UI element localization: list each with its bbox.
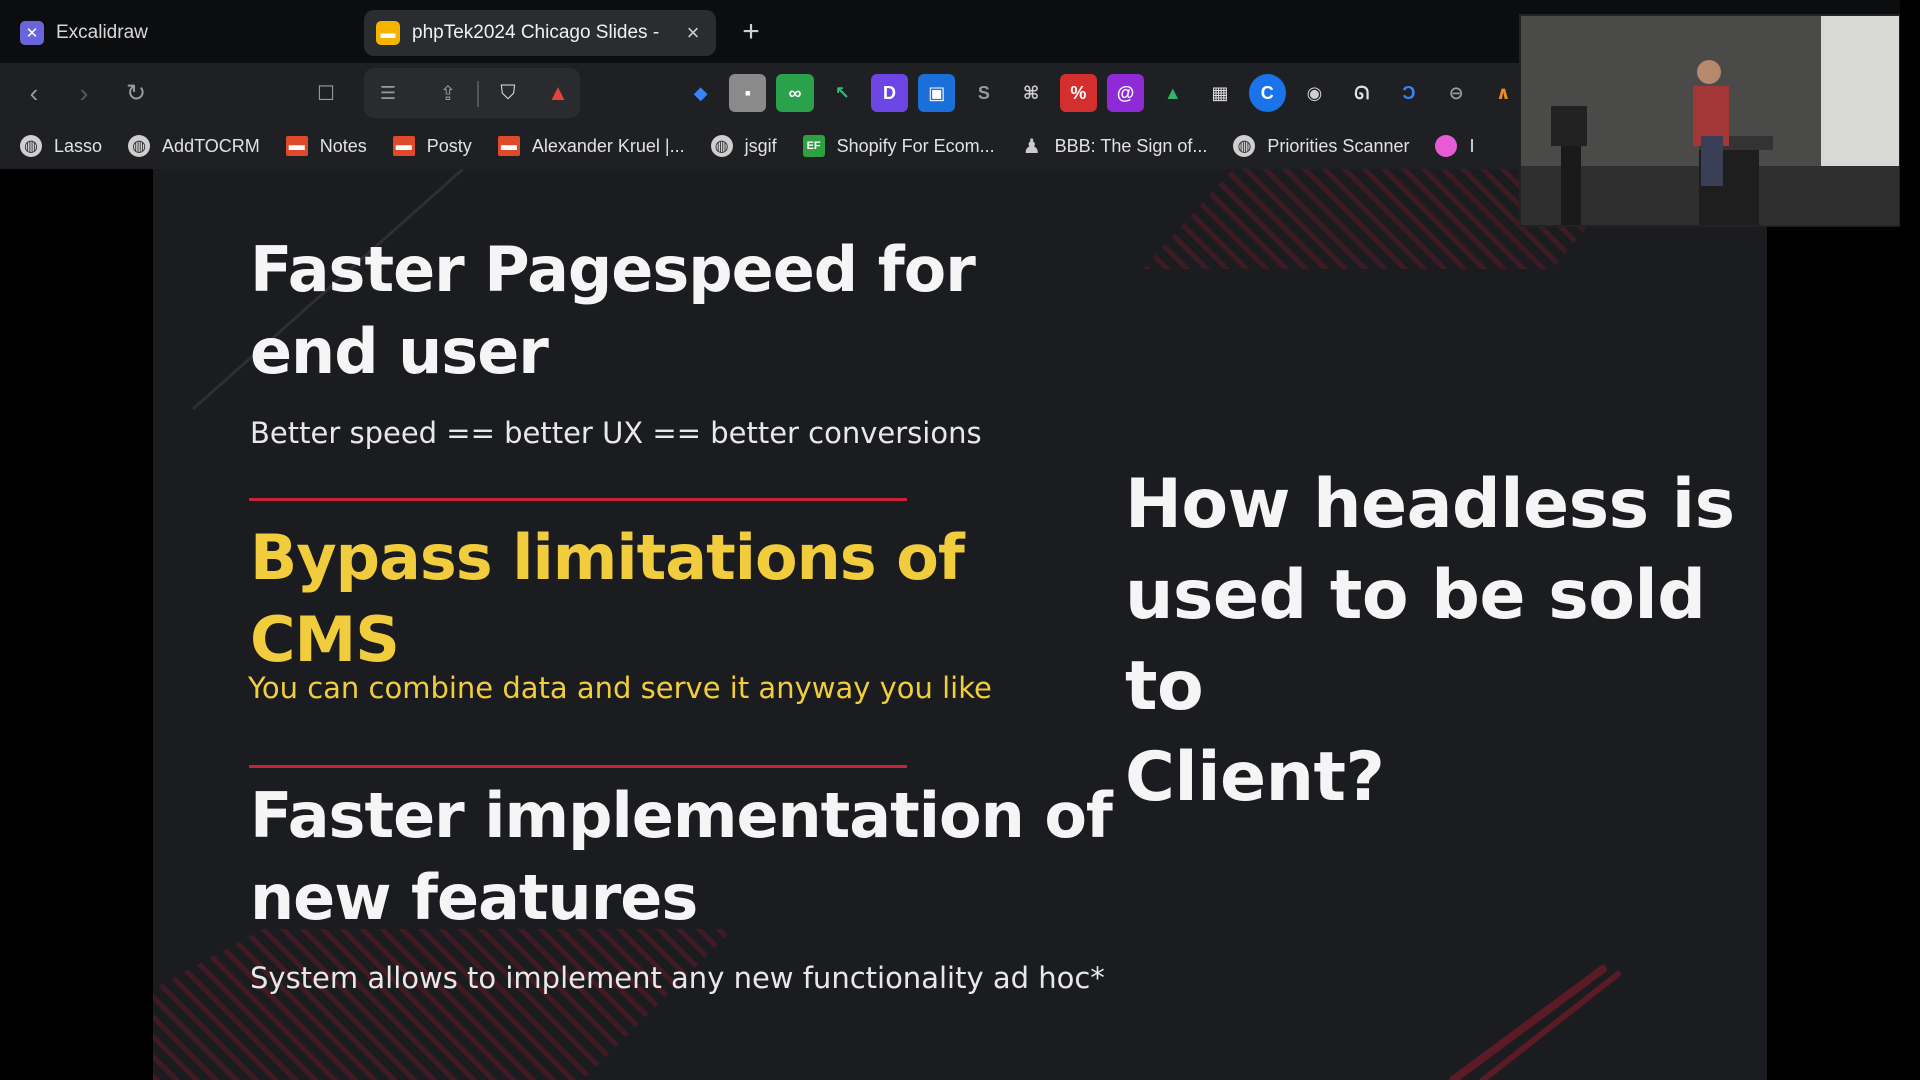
heading-line: Bypass limitations of [250, 521, 965, 594]
globe-icon: ◍ [710, 135, 733, 157]
camera-icon[interactable]: ◉ [1296, 74, 1333, 112]
close-tab-icon[interactable]: × [678, 20, 708, 46]
brave-shield-icon[interactable]: ⛉ [490, 75, 526, 111]
right-edge [1900, 0, 1920, 1080]
command-icon[interactable]: ⌘ [1013, 74, 1050, 112]
wave-icon[interactable]: ∧ [1485, 74, 1522, 112]
bookmark-item[interactable]: I [1435, 135, 1475, 157]
flag-icon: ▬ [392, 136, 415, 156]
ef-icon: EF [802, 135, 825, 157]
bookmark-item[interactable]: ▬ Notes [285, 136, 367, 157]
bookmark-item[interactable]: ◍ AddTOCRM [128, 135, 260, 157]
heading-line: end user [250, 315, 549, 388]
heading-line: Faster implementation of [250, 779, 1113, 852]
heading-faster-implementation: Faster implementation of new features [250, 775, 1113, 939]
share-icon[interactable]: ⇪ [430, 75, 466, 111]
brave-rewards-icon[interactable]: ▲ [540, 75, 576, 111]
shopify-icon[interactable]: S [965, 74, 1002, 112]
tab-slides[interactable]: ▬ phpTek2024 Chicago Slides - × [364, 10, 716, 56]
minus-circle-icon[interactable]: ⊖ [1438, 74, 1475, 112]
tab-title: Excalidraw [56, 22, 148, 43]
d-icon[interactable]: D [870, 74, 909, 112]
globe-icon: ◍ [128, 135, 151, 157]
subtext-speed: Better speed == better UX == better conv… [250, 416, 982, 450]
flag-icon: ▬ [497, 136, 520, 156]
bookmark-item[interactable]: ▬ Posty [392, 136, 472, 157]
percent-icon[interactable]: % [1059, 74, 1097, 112]
square-icon[interactable]: ▪ [729, 74, 767, 112]
presenter-video-frame [1521, 16, 1899, 225]
d-arrow-icon[interactable]: Ɔ [1390, 74, 1427, 112]
red-divider [249, 498, 907, 501]
heading-line: new features [250, 861, 698, 934]
globe-icon: ◍ [20, 135, 42, 157]
cursor-icon[interactable]: ↖ [824, 74, 861, 112]
bookmark-item[interactable]: ◍ Lasso [20, 135, 102, 157]
chart-icon[interactable]: ▲ [1154, 74, 1191, 112]
presenter-video[interactable] [1519, 14, 1901, 227]
heading-pagespeed: Faster Pagespeed for end user [250, 229, 976, 393]
bookmark-item[interactable]: EF Shopify For Ecom... [802, 135, 995, 157]
glasses-icon[interactable]: ∞ [776, 74, 814, 112]
reload-button[interactable]: ↻ [118, 75, 154, 111]
tab-excalidraw[interactable]: ✕ Excalidraw [14, 10, 344, 56]
pink-icon [1435, 135, 1458, 157]
new-tab-button[interactable]: + [734, 14, 768, 52]
heading-line: Faster Pagespeed for [250, 233, 976, 306]
google-slides-icon: ▬ [376, 21, 400, 45]
question-line: Client? [1125, 738, 1385, 817]
question-heading: How headless is used to be sold to Clien… [1125, 459, 1767, 823]
back-button[interactable]: ‹ [16, 75, 52, 111]
globe-icon: ◍ [1233, 135, 1256, 157]
bookmark-item[interactable]: ♟ BBB: The Sign of... [1021, 135, 1208, 158]
book-icon[interactable]: ▣ [918, 74, 956, 112]
fingerprint-icon[interactable]: ᘏ [1343, 74, 1380, 112]
heading-line: CMS [250, 603, 400, 676]
red-divider [249, 765, 907, 768]
tag-icon[interactable]: ◆ [682, 74, 719, 112]
toolbar-separator [477, 81, 479, 107]
subtext-adhoc: System allows to implement any new funct… [250, 961, 1105, 995]
extensions-row: ◆ ▪ ∞ ↖ D ▣ S ⌘ % @ ▲ ▦ C ◉ ᘏ Ɔ ⊖ ∧ [682, 73, 1522, 113]
toolbox-icon[interactable]: ▦ [1201, 74, 1238, 112]
question-line: How headless is [1125, 465, 1735, 544]
c-icon[interactable]: C [1248, 74, 1286, 112]
tab-title: phpTek2024 Chicago Slides - [412, 22, 660, 43]
excalidraw-icon: ✕ [20, 21, 44, 45]
bookmark-item[interactable]: ◍ Priorities Scanner [1233, 135, 1409, 157]
spiral-icon[interactable]: @ [1106, 74, 1145, 112]
question-line: used to be sold to [1125, 556, 1706, 726]
bookmark-icon[interactable]: ☐ [308, 75, 344, 111]
bookmark-item[interactable]: ◍ jsgif [710, 135, 777, 157]
pin-icon: ♟ [1022, 135, 1041, 158]
subtext-combine-data: You can combine data and serve it anyway… [248, 671, 992, 705]
heading-bypass-cms: Bypass limitations of CMS [250, 517, 965, 681]
forward-button[interactable]: › [66, 75, 102, 111]
bookmark-item[interactable]: ▬ Alexander Kruel |... [497, 136, 685, 157]
presentation-slide: Faster Pagespeed for end user Better spe… [153, 169, 1767, 1080]
site-settings-icon[interactable]: ☰ [370, 75, 406, 111]
flag-icon: ▬ [285, 136, 308, 156]
